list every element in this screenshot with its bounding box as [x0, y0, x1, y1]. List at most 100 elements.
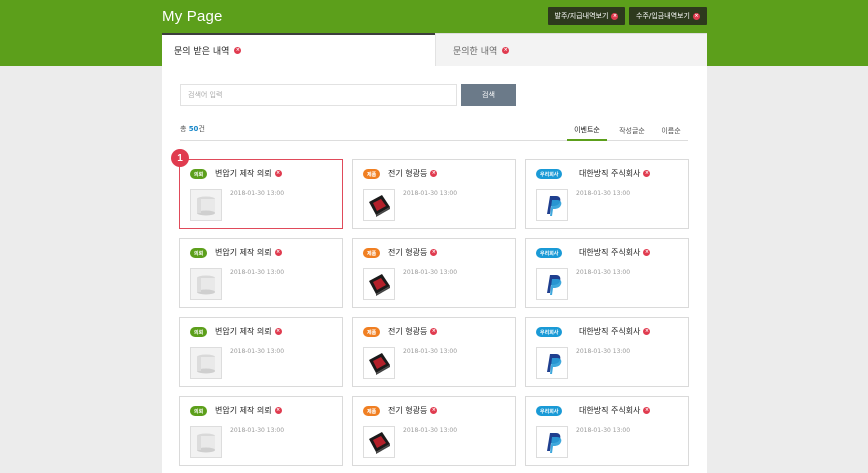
- card-thumbnail: [363, 347, 395, 379]
- close-icon[interactable]: ×: [430, 328, 438, 335]
- paypal-logo-thumbnail: [537, 269, 567, 299]
- card-thumbnail: [363, 189, 395, 221]
- tab-bar: 문의 받은 내역 × 문의한 내역 ×: [162, 33, 707, 66]
- card-thumbnail: [536, 347, 568, 379]
- total-count: 총 50건: [180, 124, 205, 134]
- tab-received-label: 문의 받은 내역: [174, 47, 230, 57]
- inquiry-card[interactable]: 우리회사 대한방직 주식회사 × 2018-01-30 13:00: [525, 238, 689, 308]
- category-badge: 의뢰: [190, 169, 208, 179]
- sort-posts[interactable]: 작성글순: [612, 121, 652, 141]
- card-title: 대한방직 주식회사 ×: [579, 405, 651, 416]
- close-icon[interactable]: ×: [643, 170, 651, 177]
- category-badge: 의뢰: [190, 406, 208, 416]
- card-title: 전기 형광등 ×: [388, 326, 438, 337]
- paypal-logo-thumbnail: [537, 427, 567, 457]
- card-date: 2018-01-30 13:00: [230, 269, 285, 276]
- card-thumbnail: [190, 426, 222, 458]
- received-deposit-history-label: 수주/입금내역보기: [636, 12, 690, 20]
- category-badge: 제품: [363, 169, 381, 179]
- card-title-text: 대한방직 주식회사: [579, 169, 641, 178]
- close-icon[interactable]: ×: [430, 170, 438, 177]
- category-badge: 우리회사: [536, 169, 563, 179]
- annotation-marker: 1: [171, 149, 189, 167]
- card-title-text: 변압기 제작 의뢰: [215, 248, 272, 257]
- category-badge: 우리회사: [536, 327, 563, 337]
- card-date: 2018-01-30 13:00: [576, 348, 631, 355]
- card-thumbnail: [190, 268, 222, 300]
- category-badge: 제품: [363, 327, 381, 337]
- card-title: 전기 형광등 ×: [388, 247, 438, 258]
- card-title: 대한방직 주식회사 ×: [579, 326, 651, 337]
- inquiry-card[interactable]: 우리회사 대한방직 주식회사 × 2018-01-30 13:00: [525, 159, 689, 229]
- close-icon[interactable]: ×: [430, 407, 438, 414]
- order-payment-history-label: 발주/지급내역보기: [554, 12, 609, 20]
- category-badge: 제품: [363, 248, 381, 258]
- close-icon[interactable]: ×: [234, 47, 242, 54]
- card-title-text: 전기 형광등: [388, 406, 428, 415]
- received-deposit-history-button[interactable]: 수주/입금내역보기 ×: [629, 7, 707, 25]
- card-title-text: 변압기 제작 의뢰: [215, 327, 272, 336]
- close-icon[interactable]: ×: [643, 328, 651, 335]
- card-title-text: 대한방직 주식회사: [579, 406, 641, 415]
- inquiry-card[interactable]: 제품 전기 형광등 × 2018-01-30 13:00: [352, 238, 516, 308]
- order-payment-history-button[interactable]: 발주/지급내역보기 ×: [548, 7, 625, 25]
- close-icon: ×: [692, 12, 700, 20]
- search-input[interactable]: [180, 84, 457, 106]
- inquiry-card[interactable]: 제품 전기 형광등 × 2018-01-30 13:00: [352, 317, 516, 387]
- sort-event[interactable]: 이벤트순: [567, 121, 607, 141]
- transformer-thumbnail: [191, 427, 221, 457]
- close-icon[interactable]: ×: [274, 328, 282, 335]
- close-icon[interactable]: ×: [274, 407, 282, 414]
- card-title: 전기 형광등 ×: [388, 168, 438, 179]
- card-thumbnail: [536, 189, 568, 221]
- category-badge: 제품: [363, 406, 381, 416]
- category-badge: 우리회사: [536, 248, 563, 258]
- card-title-text: 전기 형광등: [388, 327, 428, 336]
- inquiry-card[interactable]: 우리회사 대한방직 주식회사 × 2018-01-30 13:00: [525, 317, 689, 387]
- card-date: 2018-01-30 13:00: [230, 348, 285, 355]
- product-thumbnail: [364, 348, 394, 378]
- card-title: 대한방직 주식회사 ×: [579, 168, 651, 179]
- card-title-text: 대한방직 주식회사: [579, 327, 641, 336]
- inquiry-card[interactable]: 의뢰 변압기 제작 의뢰 × 2018-01-30 13:00: [179, 317, 343, 387]
- inquiry-card[interactable]: 우리회사 대한방직 주식회사 × 2018-01-30 13:00: [525, 396, 689, 466]
- product-thumbnail: [364, 269, 394, 299]
- card-title-text: 전기 형광등: [388, 169, 428, 178]
- transformer-thumbnail: [191, 348, 221, 378]
- transformer-thumbnail: [191, 190, 221, 220]
- inquiry-card[interactable]: 제품 전기 형광등 × 2018-01-30 13:00: [352, 396, 516, 466]
- card-title: 변압기 제작 의뢰 ×: [215, 168, 282, 179]
- card-date: 2018-01-30 13:00: [403, 190, 458, 197]
- card-thumbnail: [190, 347, 222, 379]
- close-icon[interactable]: ×: [643, 249, 651, 256]
- tab-received-inquiries[interactable]: 문의 받은 내역 ×: [162, 33, 435, 66]
- sort-name[interactable]: 이름순: [654, 121, 688, 141]
- search-button[interactable]: 검색: [461, 84, 516, 106]
- card-thumbnail: [363, 426, 395, 458]
- card-title: 대한방직 주식회사 ×: [579, 247, 651, 258]
- inquiry-card[interactable]: 의뢰 변압기 제작 의뢰 × 2018-01-30 13:00: [179, 238, 343, 308]
- card-date: 2018-01-30 13:00: [230, 190, 285, 197]
- inquiry-card[interactable]: 의뢰 변압기 제작 의뢰 × 2018-01-30 13:00: [179, 396, 343, 466]
- card-thumbnail: [536, 268, 568, 300]
- card-title-text: 전기 형광등: [388, 248, 428, 257]
- card-thumbnail: [190, 189, 222, 221]
- card-date: 2018-01-30 13:00: [230, 427, 285, 434]
- card-title: 변압기 제작 의뢰 ×: [215, 405, 282, 416]
- paypal-logo-thumbnail: [537, 190, 567, 220]
- card-title-text: 대한방직 주식회사: [579, 248, 641, 257]
- close-icon[interactable]: ×: [643, 407, 651, 414]
- card-date: 2018-01-30 13:00: [403, 348, 458, 355]
- inquiry-card[interactable]: 의뢰 변압기 제작 의뢰 × 2018-01-30 13:00: [179, 159, 343, 229]
- close-icon[interactable]: ×: [274, 170, 282, 177]
- close-icon[interactable]: ×: [274, 249, 282, 256]
- close-icon[interactable]: ×: [502, 46, 510, 54]
- card-title-text: 변압기 제작 의뢰: [215, 406, 272, 415]
- close-icon[interactable]: ×: [430, 249, 438, 256]
- main-panel: 문의 받은 내역 × 문의한 내역 × 검색 총 50건 이벤트순 작성글순 이…: [162, 33, 707, 473]
- tab-sent-inquiries[interactable]: 문의한 내역 ×: [435, 33, 707, 66]
- card-thumbnail: [536, 426, 568, 458]
- inquiry-card[interactable]: 제품 전기 형광등 × 2018-01-30 13:00: [352, 159, 516, 229]
- card-thumbnail: [363, 268, 395, 300]
- paypal-logo-thumbnail: [537, 348, 567, 378]
